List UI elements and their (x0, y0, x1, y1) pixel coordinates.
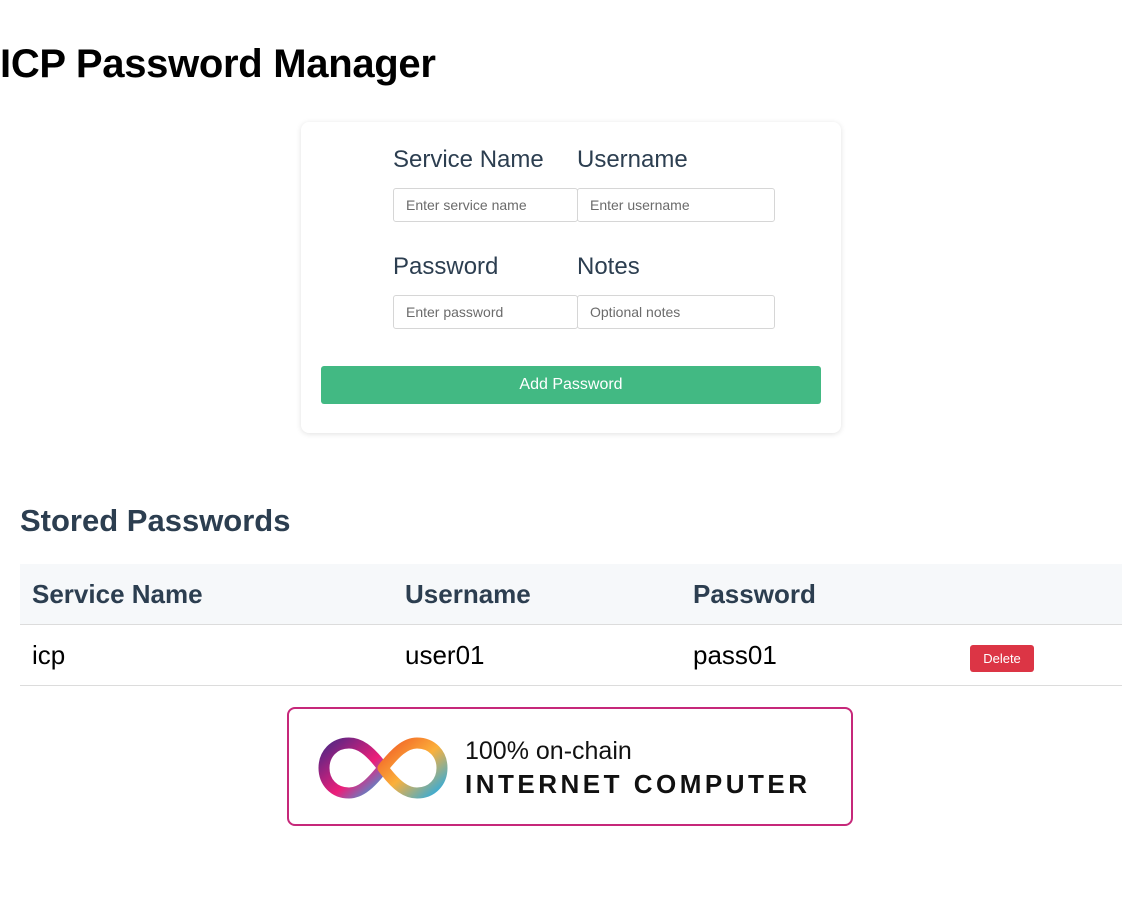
column-header-service: Service Name (20, 564, 393, 625)
password-label: Password (393, 253, 499, 280)
service-name-input[interactable] (393, 188, 578, 222)
service-field-group: Service Name (393, 146, 578, 222)
column-header-username: Username (393, 564, 681, 625)
passwords-table: Service Name Username Password icp user0… (20, 564, 1122, 686)
column-header-password: Password (681, 564, 958, 625)
username-field-group: Username (577, 146, 775, 222)
column-header-actions (958, 564, 1122, 625)
password-field-group: Password (393, 253, 578, 329)
add-password-form: Service Name Username Password Notes Add… (301, 122, 841, 433)
cell-actions: Delete (958, 624, 1122, 686)
page-title: ICP Password Manager (0, 42, 436, 86)
stored-passwords-heading: Stored Passwords (20, 503, 291, 538)
infinity-icon (318, 737, 448, 799)
internet-computer-badge[interactable]: 100% on-chain INTERNET COMPUTER (287, 707, 853, 826)
username-label: Username (577, 146, 688, 173)
table-header-row: Service Name Username Password (20, 564, 1122, 625)
cell-service: icp (20, 624, 393, 686)
notes-input[interactable] (577, 295, 775, 329)
badge-tagline: 100% on-chain (465, 737, 632, 765)
service-name-label: Service Name (393, 146, 544, 173)
badge-brand-name: INTERNET COMPUTER (465, 769, 811, 799)
password-input[interactable] (393, 295, 578, 329)
table-row: icp user01 pass01 Delete (20, 624, 1122, 686)
cell-password: pass01 (681, 624, 958, 686)
username-input[interactable] (577, 188, 775, 222)
add-password-button[interactable]: Add Password (321, 366, 821, 404)
notes-field-group: Notes (577, 253, 775, 329)
notes-label: Notes (577, 253, 640, 280)
delete-button[interactable]: Delete (970, 644, 1034, 672)
cell-username: user01 (393, 624, 681, 686)
